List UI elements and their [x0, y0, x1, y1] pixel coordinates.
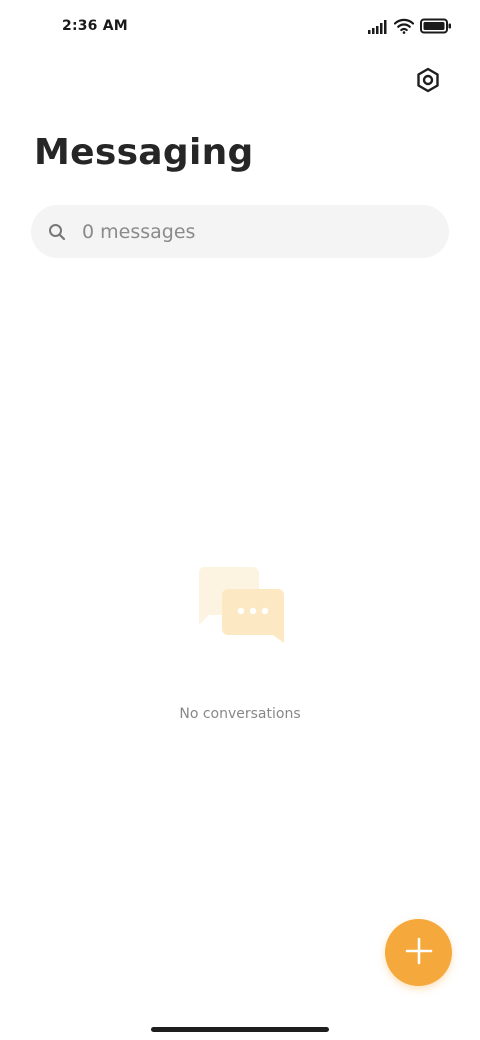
status-bar: 2:36 AM — [0, 0, 480, 56]
plus-icon — [404, 936, 434, 970]
new-conversation-button[interactable] — [385, 919, 452, 986]
page-title: Messaging — [34, 132, 254, 173]
settings-button[interactable] — [408, 62, 448, 102]
messaging-screen: 2:36 AM Messaging 0 messages No conversa… — [0, 0, 480, 1040]
empty-state-text: No conversations — [179, 706, 301, 722]
status-icons — [368, 18, 452, 38]
home-indicator[interactable] — [151, 1027, 329, 1032]
search-bar[interactable]: 0 messages — [31, 205, 449, 258]
wifi-icon — [393, 18, 415, 38]
settings-icon — [415, 67, 441, 97]
battery-icon — [420, 18, 452, 38]
chat-bubbles-icon — [195, 565, 287, 647]
status-time: 2:36 AM — [62, 18, 128, 34]
search-placeholder: 0 messages — [82, 220, 196, 243]
signal-icon — [368, 19, 388, 38]
search-icon — [47, 222, 67, 242]
